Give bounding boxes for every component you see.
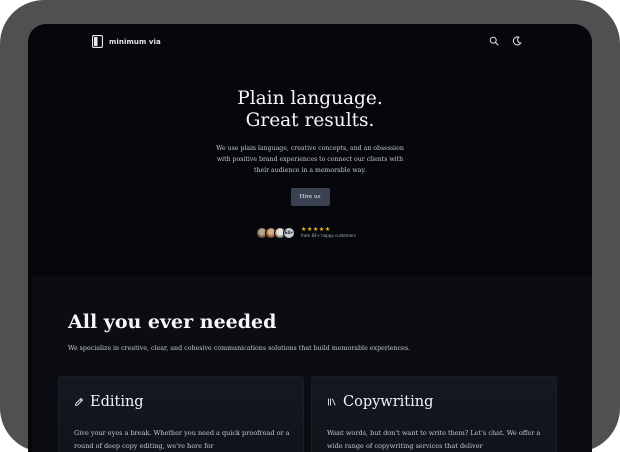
social-proof: 64+ ★★★★★ from 64+ happy customers [256, 226, 356, 239]
customer-avatars: 64+ [256, 226, 295, 239]
rating-stars: ★★★★★ [301, 226, 331, 233]
brand-logo[interactable]: minimum via [92, 35, 161, 48]
search-icon[interactable] [489, 36, 499, 46]
moon-icon[interactable] [512, 36, 522, 46]
top-navigation: minimum via [28, 24, 592, 58]
hero-section: Plain language. Great results. We use pl… [28, 88, 592, 207]
feature-card-editing[interactable]: Editing Give your eyes a break. Whether … [58, 376, 304, 452]
features-subtitle: We specialize in creative, clear, and co… [68, 345, 411, 352]
library-icon [328, 398, 336, 406]
card-title: Copywriting [343, 394, 434, 410]
hero-title: Plain language. Great results. [28, 88, 592, 132]
hero-title-line-1: Plain language. [237, 88, 383, 109]
rating-caption: from 64+ happy customers [301, 233, 356, 238]
device-frame: minimum via Plain language. Great result… [0, 0, 620, 452]
logo-icon [92, 35, 103, 48]
avatar-count: 64+ [283, 226, 295, 239]
hero-description: We use plain language, creative concepts… [216, 145, 404, 174]
features-section: All you ever needed We specialize in cre… [32, 276, 592, 452]
browser-viewport: minimum via Plain language. Great result… [28, 24, 592, 452]
card-body: Want words, but don't want to write them… [327, 429, 541, 450]
brand-name: minimum via [109, 37, 161, 46]
card-title: Editing [90, 394, 144, 410]
hero-title-line-2: Great results. [245, 110, 375, 131]
card-body: Give your eyes a break. Whether you need… [74, 429, 290, 450]
features-title: All you ever needed [68, 311, 277, 333]
hire-us-button[interactable]: Hire us [290, 188, 330, 207]
feature-card-copywriting[interactable]: Copywriting Want words, but don't want t… [311, 376, 557, 452]
pencil-icon [75, 398, 83, 406]
